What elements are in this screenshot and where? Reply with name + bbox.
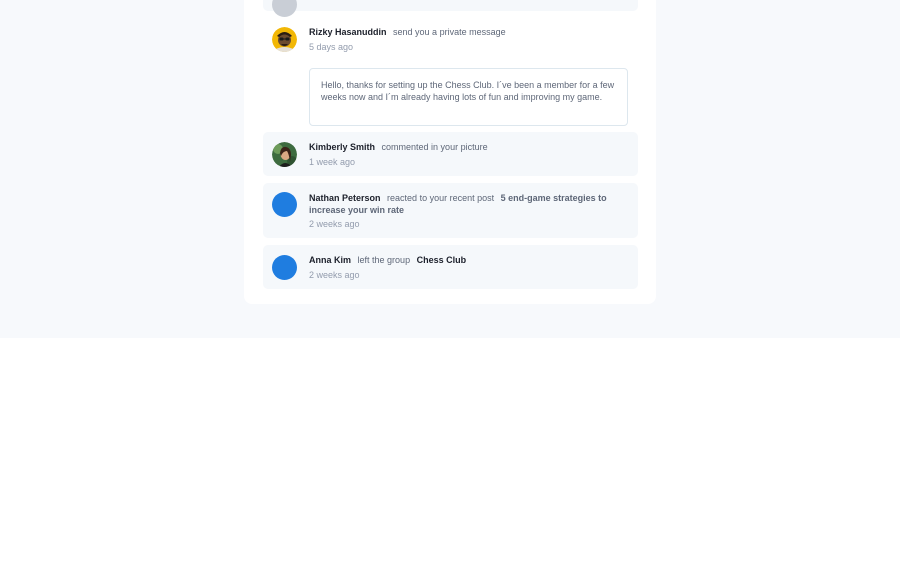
user-name[interactable]: Rizky Hasanuddin <box>309 27 387 37</box>
avatar-nathan <box>272 192 297 217</box>
notification-text: Kimberly Smith commented in your picture… <box>309 142 628 167</box>
notification-item-reaction[interactable]: Nathan Peterson reacted to your recent p… <box>263 183 638 238</box>
notification-action: left the group <box>357 255 411 265</box>
notification-time: 2 weeks ago <box>309 269 360 280</box>
notification-action: reacted to your recent post <box>387 193 495 203</box>
avatar-anna <box>272 255 297 280</box>
group-link[interactable]: Chess Club <box>417 255 467 265</box>
notification-time: 1 week ago <box>309 156 356 167</box>
private-message-text: Hello, thanks for setting up the Chess C… <box>321 80 615 102</box>
notification-time: 2 weeks ago <box>309 219 360 229</box>
user-name[interactable]: Nathan Peterson <box>309 193 381 203</box>
notification-text: Anna Kim left the group Chess Club 2 wee… <box>309 255 628 280</box>
notification-item-left-group[interactable]: Anna Kim left the group Chess Club 2 wee… <box>263 245 638 289</box>
notification-item-private-message[interactable]: Rizky Hasanuddin send you a private mess… <box>263 20 638 126</box>
private-message-box[interactable]: Hello, thanks for setting up the Chess C… <box>309 68 628 126</box>
notification-time: 5 days ago <box>309 41 354 52</box>
notification-text: Nathan Peterson reacted to your recent p… <box>309 193 628 229</box>
avatar-kimberly <box>272 142 297 167</box>
notification-item-partial[interactable] <box>263 0 638 17</box>
user-name[interactable]: Anna Kim <box>309 255 351 265</box>
avatar-rizky <box>272 27 297 52</box>
notification-item-comment[interactable]: Kimberly Smith commented in your picture… <box>263 132 638 176</box>
notification-text: Rizky Hasanuddin send you a private mess… <box>309 27 628 52</box>
notification-action: send you a private message <box>393 27 506 37</box>
notification-action: commented in your picture <box>381 142 488 152</box>
user-name[interactable]: Kimberly Smith <box>309 142 375 152</box>
